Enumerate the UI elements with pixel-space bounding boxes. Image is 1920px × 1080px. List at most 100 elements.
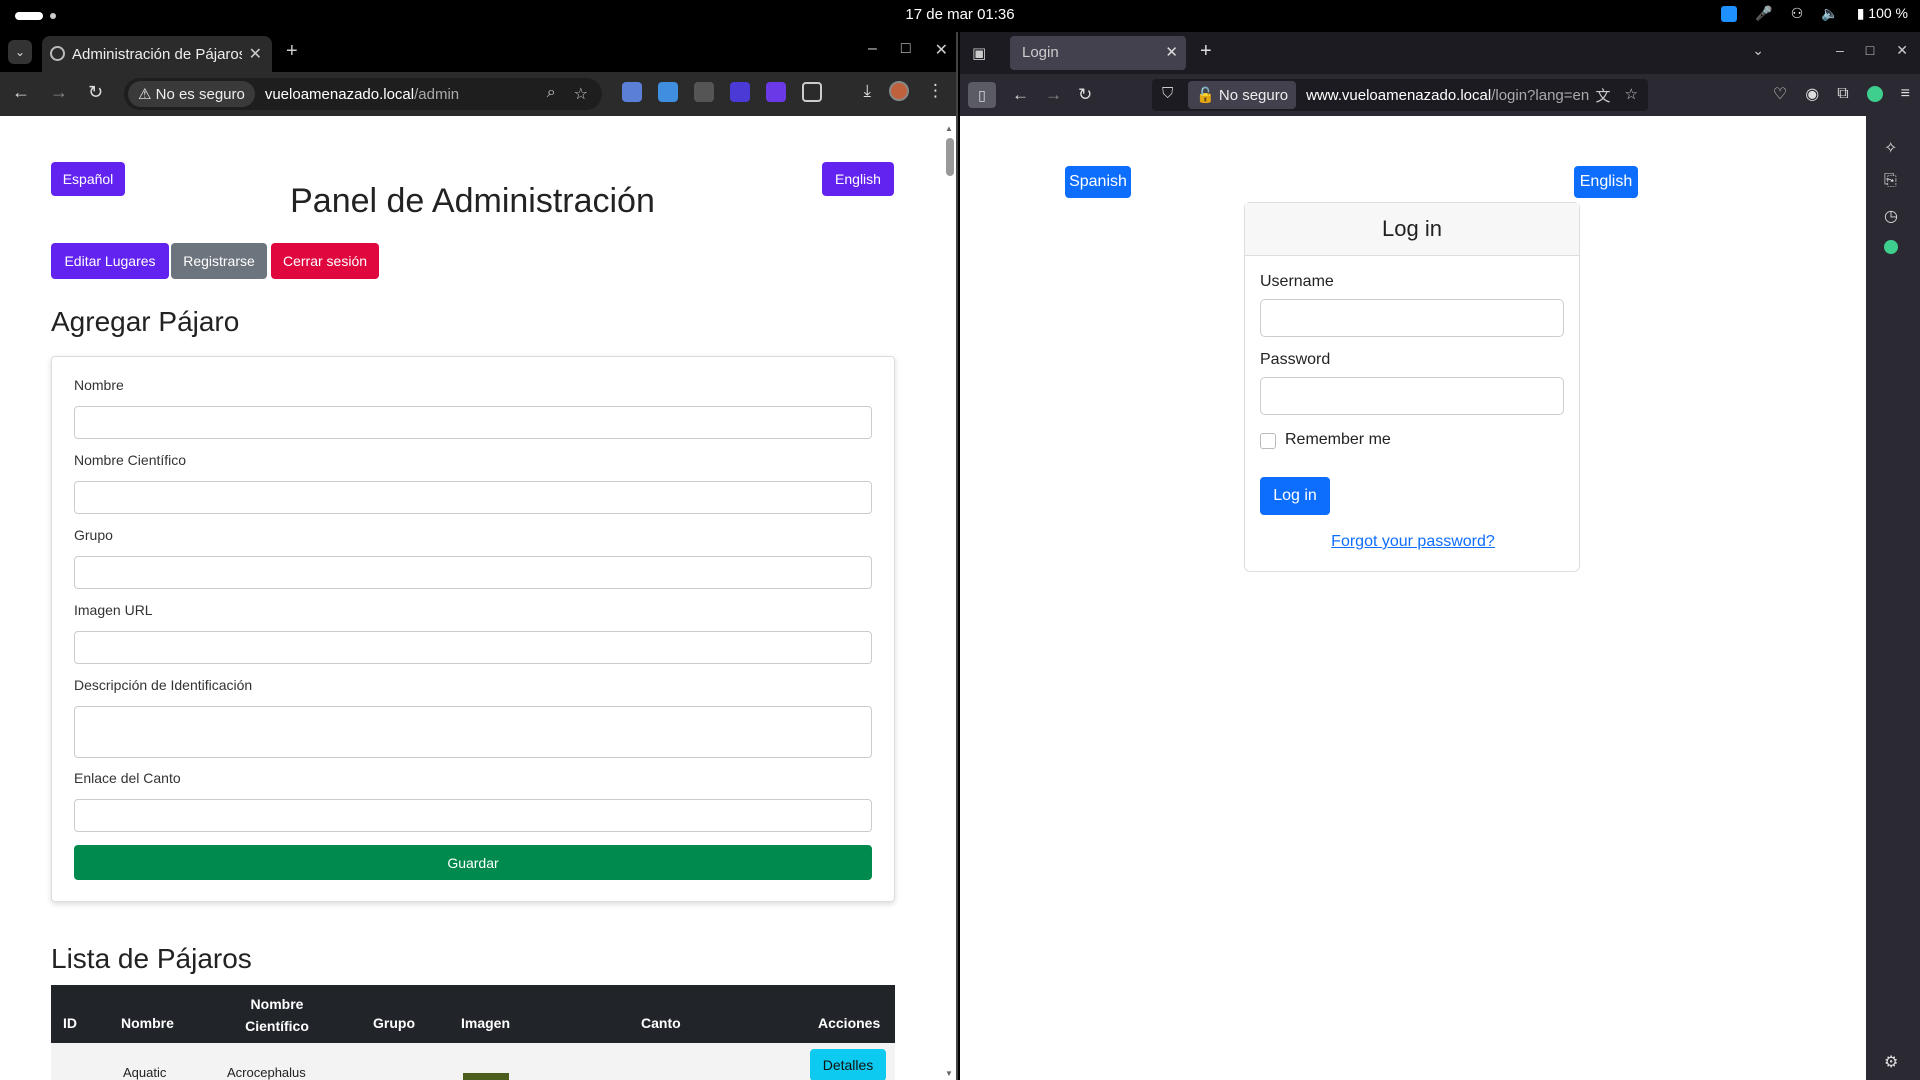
chrome-address-bar[interactable]: ⚠ No es seguro vueloamenazado.local/admi… <box>124 78 602 110</box>
logout-button[interactable]: Cerrar sesión <box>271 243 379 279</box>
security-chip[interactable]: 🔓 No seguro <box>1188 81 1297 109</box>
chrome-menu-icon[interactable]: ⋮ <box>927 81 944 101</box>
page-scrollbar[interactable]: ▲ ▼ <box>944 124 954 1078</box>
group-input[interactable] <box>74 556 872 589</box>
sidebar-toggle-icon[interactable]: ▯ <box>968 82 996 108</box>
details-button[interactable]: Detalles <box>810 1049 886 1080</box>
id-desc-textarea[interactable] <box>74 706 872 758</box>
firefox-tab-strip: ▣ Login ✕ + ⌄ – □ ✕ <box>960 32 1920 74</box>
firefox-tab-login[interactable]: Login ✕ <box>1010 36 1186 70</box>
system-clock[interactable]: 17 de mar 01:36 <box>0 6 1920 23</box>
remember-me-label[interactable]: Remember me <box>1285 431 1391 449</box>
chrome-toolbar: ← → ↻ ⚠ No es seguro vueloamenazado.loca… <box>0 72 956 116</box>
translate-extension-icon[interactable] <box>622 82 642 102</box>
purple-extension-icon[interactable] <box>766 82 786 102</box>
login-submit-button[interactable]: Log in <box>1260 477 1330 515</box>
remember-me-checkbox[interactable] <box>1260 433 1276 449</box>
chrome-tab-strip: ⌄ Administración de Pájaros ✕ + – □ ✕ <box>0 32 956 72</box>
address-bar-actions: 文 ☆ <box>1596 85 1638 106</box>
name-input[interactable] <box>74 406 872 439</box>
back-icon[interactable]: ← <box>12 82 30 103</box>
minimize-icon[interactable]: – <box>1836 42 1844 59</box>
password-input[interactable] <box>1260 377 1564 415</box>
download-icon[interactable]: ⤓ <box>863 81 871 101</box>
add-bird-form: Nombre Nombre Científico Grupo Imagen UR… <box>51 356 895 902</box>
col-song: Canto <box>641 1015 681 1031</box>
table-header: ID Nombre Nombre Científico Grupo Imagen… <box>51 985 895 1043</box>
firefox-address-bar[interactable]: ⛉ 🔓 No seguro www.vueloamenazado.local/l… <box>1152 79 1648 111</box>
pen-extension-icon[interactable] <box>694 82 714 102</box>
green-extension-icon[interactable] <box>1866 86 1883 102</box>
close-tab-icon[interactable]: ✕ <box>1165 36 1178 70</box>
forward-icon[interactable]: → <box>1045 85 1062 105</box>
lang-spanish-button[interactable]: Spanish <box>1065 166 1131 198</box>
battery-status[interactable]: ▮ 100 % <box>1857 5 1908 22</box>
forward-icon[interactable]: → <box>50 82 68 103</box>
username-input[interactable] <box>1260 299 1564 337</box>
sci-name-input[interactable] <box>74 481 872 514</box>
url-text[interactable]: www.vueloamenazado.local/login?lang=en <box>1306 87 1589 104</box>
col-actions: Acciones <box>818 1015 881 1031</box>
new-tab-button[interactable]: + <box>1200 40 1212 63</box>
maximize-icon[interactable]: □ <box>901 40 911 60</box>
list-all-tabs-icon[interactable]: ⌄ <box>1752 42 1764 59</box>
song-link-input[interactable] <box>74 799 872 832</box>
bookmark-star-icon[interactable]: ☆ <box>1625 85 1638 106</box>
extensions-icon[interactable]: ⧉ <box>1837 85 1848 103</box>
close-tab-icon[interactable]: ✕ <box>249 44 262 64</box>
system-tray[interactable]: 🎤 ⚇ 🔈 ▮ 100 % <box>1721 5 1908 22</box>
tab-search-button[interactable]: ⌄ <box>8 40 32 64</box>
puzzle-extensions-icon[interactable] <box>802 82 822 102</box>
shield-extension-icon[interactable] <box>730 82 750 102</box>
synced-tabs-icon[interactable]: ⎘ <box>1884 172 1897 190</box>
history-icon[interactable]: ◷ <box>1884 206 1898 226</box>
account-icon[interactable]: ◉ <box>1805 84 1819 104</box>
mic-muted-icon[interactable]: 🎤 <box>1755 5 1772 22</box>
bookmark-star-icon[interactable]: ☆ <box>574 84 588 104</box>
firefox-menu-icon[interactable]: ≡ <box>1901 85 1910 103</box>
volume-muted-icon[interactable]: 🔈 <box>1821 5 1838 22</box>
scroll-down-arrow[interactable]: ▼ <box>945 1069 953 1078</box>
profile-avatar[interactable] <box>889 81 909 101</box>
reload-icon[interactable]: ↻ <box>88 82 103 103</box>
tab-overview-icon[interactable]: ▣ <box>972 44 986 62</box>
network-icon[interactable]: ⚇ <box>1791 5 1804 22</box>
table-row: Aquatic Acrocephalus Detalles <box>51 1043 895 1080</box>
chrome-tab-admin[interactable]: Administración de Pájaros ✕ <box>42 36 272 72</box>
minimize-icon[interactable]: – <box>868 40 877 60</box>
close-window-icon[interactable]: ✕ <box>1896 42 1908 59</box>
url-host: vueloamenazado.local <box>264 85 415 103</box>
scrollbar-thumb[interactable] <box>946 138 954 176</box>
sci-name-label: Nombre Científico <box>74 452 187 468</box>
security-chip[interactable]: ⚠ No es seguro <box>128 81 255 107</box>
ai-chatbot-icon[interactable]: ✧ <box>1884 138 1897 158</box>
image-url-input[interactable] <box>74 631 872 664</box>
sidebar-extension-icon[interactable] <box>1884 240 1898 254</box>
sidebar-settings-icon[interactable]: ⚙ <box>1884 1052 1898 1072</box>
close-window-icon[interactable]: ✕ <box>935 40 948 60</box>
edit-places-button[interactable]: Editar Lugares <box>51 243 169 279</box>
tracking-shield-icon[interactable]: ⛉ <box>1162 85 1173 102</box>
save-button[interactable]: Guardar <box>74 845 872 880</box>
s-extension-icon[interactable] <box>658 82 678 102</box>
forgot-password-link[interactable]: Forgot your password? <box>1245 533 1581 551</box>
translate-icon[interactable]: 文 <box>1596 85 1611 106</box>
url-text[interactable]: vueloamenazado.local/admin <box>265 86 459 103</box>
login-title: Log in <box>1245 203 1579 256</box>
lang-english-button[interactable]: English <box>1574 166 1638 198</box>
reload-icon[interactable]: ↻ <box>1078 85 1092 105</box>
pocket-icon[interactable]: ♡ <box>1773 84 1787 104</box>
back-icon[interactable]: ← <box>1012 85 1029 105</box>
app-indicator-icon[interactable] <box>1721 5 1738 22</box>
row-name: Aquatic <box>123 1065 167 1080</box>
new-tab-button[interactable]: + <box>286 40 298 63</box>
firefox-right-actions: ♡ ◉ ⧉ ≡ <box>1773 84 1910 104</box>
register-button[interactable]: Registrarse <box>171 243 267 279</box>
firefox-window-controls: ⌄ – □ ✕ <box>1752 42 1908 59</box>
security-label: No seguro <box>1218 87 1289 104</box>
group-label: Grupo <box>74 527 113 543</box>
col-image: Imagen <box>461 1015 511 1031</box>
scroll-up-arrow[interactable]: ▲ <box>945 124 953 133</box>
zoom-icon[interactable]: ⌕ <box>547 84 556 104</box>
maximize-icon[interactable]: □ <box>1866 42 1874 59</box>
